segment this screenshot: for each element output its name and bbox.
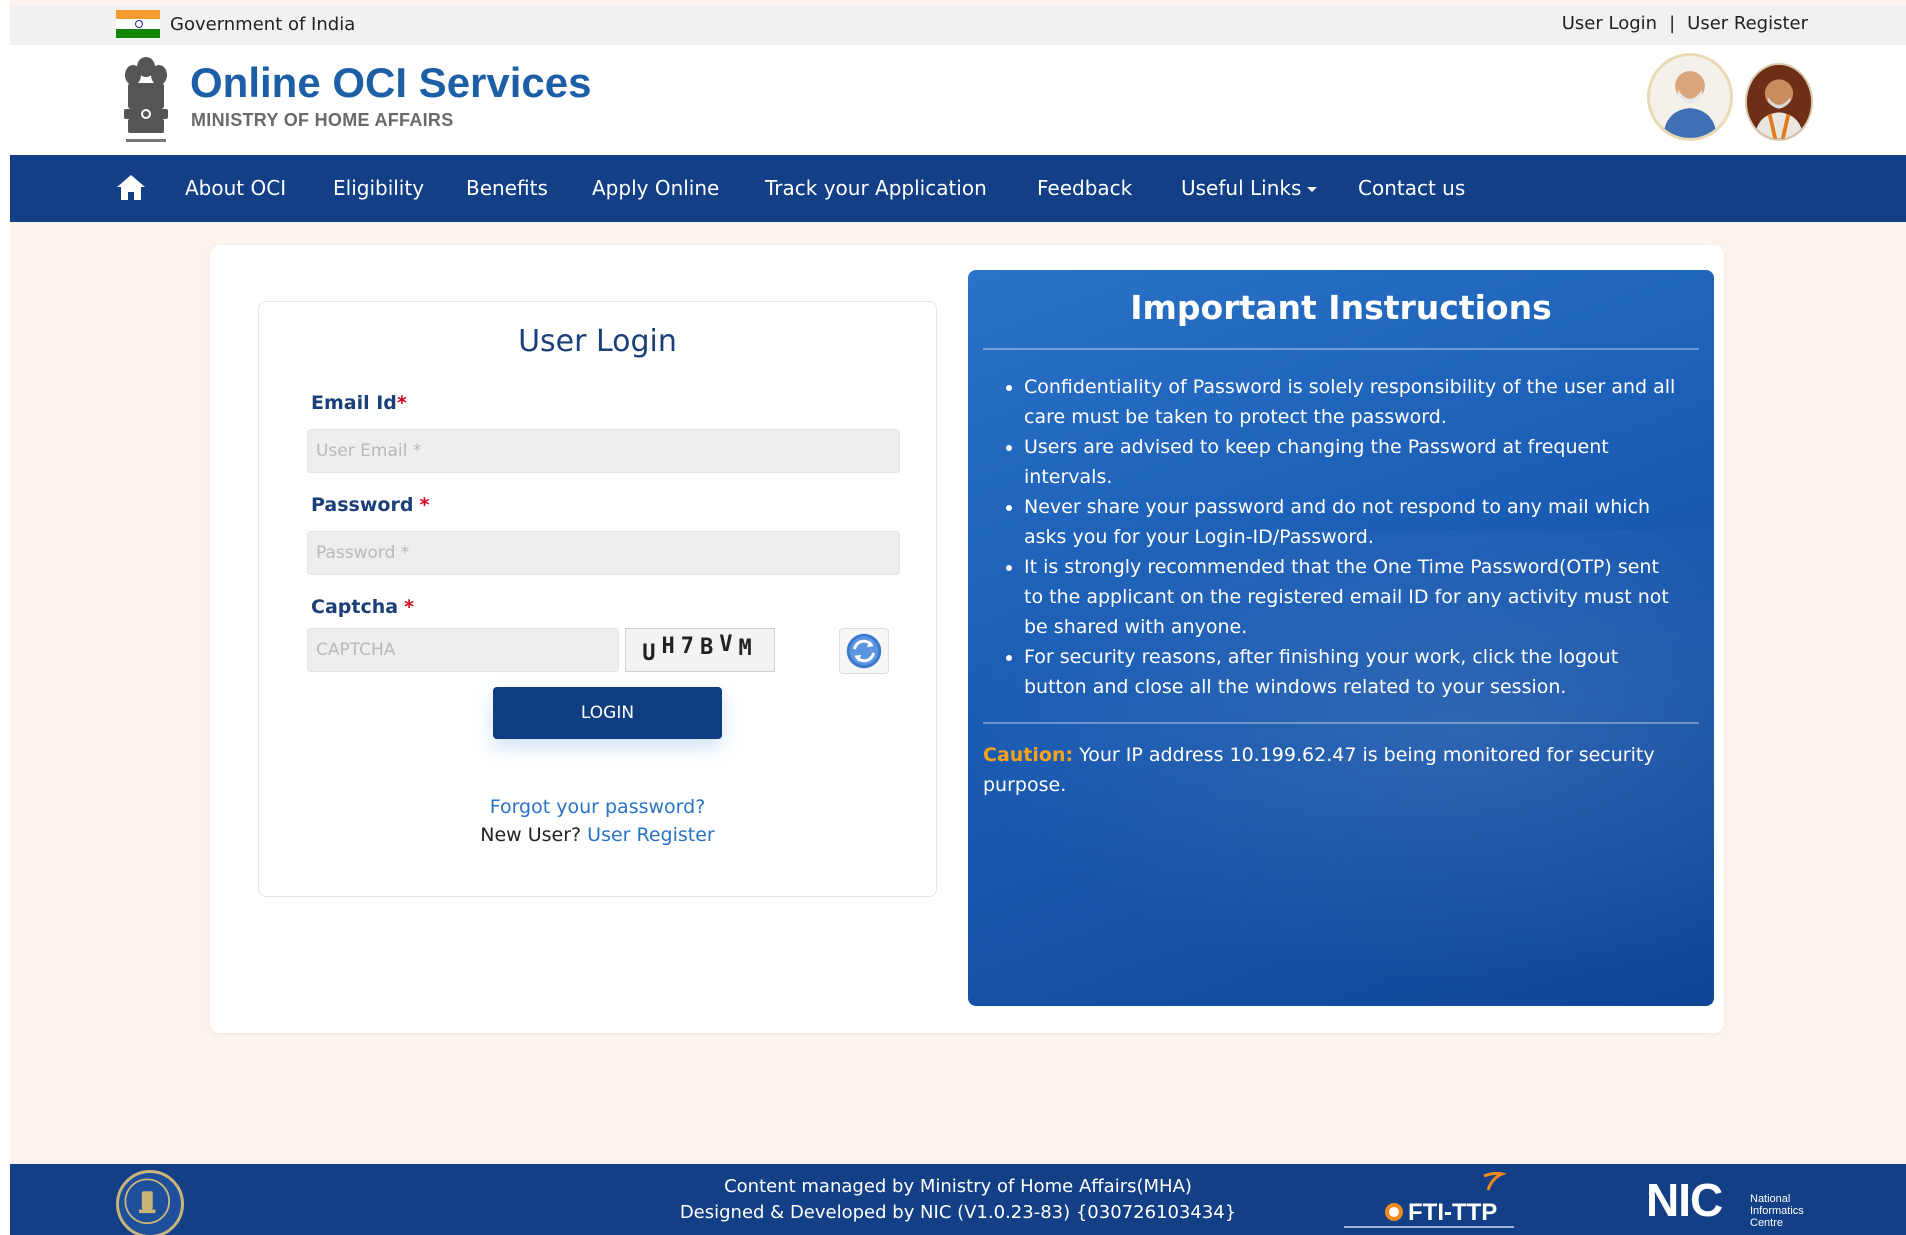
captcha-char: M <box>738 636 758 661</box>
nic-logo-text: NIC <box>1646 1174 1722 1226</box>
india-flag-icon <box>116 10 160 38</box>
government-label: Government of India <box>170 14 356 35</box>
site-header: Online OCI Services MINISTRY OF HOME AFF… <box>10 45 1906 155</box>
user-register-link[interactable]: User Register <box>1687 13 1808 34</box>
password-label: Password * <box>311 494 429 516</box>
instructions-panel: Important Instructions Confidentiality o… <box>968 270 1714 1006</box>
email-label-text: Email Id <box>311 392 397 414</box>
captcha-char: H <box>661 634 681 659</box>
page: Government of India User Login | User Regi… <box>10 0 1906 1235</box>
captcha-label: Captcha * <box>311 596 414 618</box>
caution-notice: Caution: Your IP address 10.199.62.47 is… <box>983 740 1699 800</box>
nav-apply-online[interactable]: Apply Online <box>592 176 719 200</box>
caution-text: Your IP address 10.199.62.47 is being mo… <box>983 744 1655 796</box>
refresh-icon <box>846 633 882 669</box>
ftt-logo-text: FTI-TTP <box>1408 1199 1497 1226</box>
required-mark: * <box>404 596 414 618</box>
captcha-char: 7 <box>680 634 700 659</box>
instructions-title: Important Instructions <box>1130 288 1552 327</box>
captcha-char: U <box>642 641 662 666</box>
footer-designed-by: Designed & Developed by NIC (V1.0.23-83)… <box>679 1202 1237 1223</box>
national-emblem-icon <box>124 57 168 142</box>
divider <box>983 722 1699 724</box>
captcha-char: B <box>700 635 720 660</box>
main-card: User Login Email Id* Password* Captcha* … <box>210 245 1724 1033</box>
captcha-image: UH7BVM <box>625 628 775 672</box>
divider <box>983 348 1699 350</box>
required-mark: * <box>419 494 430 516</box>
login-panel: User Login Email Id* Password* Captcha* … <box>258 301 937 897</box>
nav-benefits[interactable]: Benefits <box>466 176 548 200</box>
site-footer: Content managed by Ministry of Home Affa… <box>10 1164 1906 1235</box>
nic-logo: NIC National Informatics Centre <box>1646 1174 1822 1229</box>
nav-useful-links[interactable]: Useful Links <box>1181 176 1318 200</box>
portrait-left <box>1647 53 1733 141</box>
top-links: User Login | User Register <box>1562 13 1808 34</box>
caret-down-icon <box>1307 187 1318 192</box>
captcha-label-text: Captcha <box>311 596 399 618</box>
user-login-link[interactable]: User Login <box>1562 13 1657 34</box>
register-link[interactable]: User Register <box>587 824 715 846</box>
new-user-line: New User? User Register <box>259 824 936 846</box>
footer-content-managed: Content managed by Ministry of Home Affa… <box>724 1176 1192 1197</box>
home-icon[interactable] <box>116 173 146 201</box>
fti-ttp-logo: FTI-TTP <box>1334 1171 1534 1232</box>
instruction-item: It is strongly recommended that the One … <box>1024 552 1684 642</box>
password-field[interactable] <box>307 531 900 575</box>
nav-useful-links-label: Useful Links <box>1181 176 1302 200</box>
top-links-separator: | <box>1669 13 1676 34</box>
instruction-item: Never share your password and do not res… <box>1024 492 1684 552</box>
site-subtitle: MINISTRY OF HOME AFFAIRS <box>191 110 454 130</box>
email-label: Email Id* <box>311 392 407 414</box>
captcha-refresh-button[interactable] <box>839 628 889 674</box>
instruction-item: Users are advised to keep changing the P… <box>1024 432 1684 492</box>
required-mark: * <box>396 392 407 414</box>
new-user-text: New User? <box>480 824 582 846</box>
nav-about-oci[interactable]: About OCI <box>185 176 286 200</box>
nav-eligibility[interactable]: Eligibility <box>333 176 424 200</box>
nic-logo-subtext: National Informatics Centre <box>1750 1193 1804 1226</box>
site-title: Online OCI Services <box>190 59 592 106</box>
nav-track-application[interactable]: Track your Application <box>765 176 987 200</box>
nav-feedback[interactable]: Feedback <box>1037 176 1132 200</box>
password-label-text: Password <box>311 494 414 516</box>
caution-label: Caution: <box>983 744 1074 766</box>
government-strip: Government of India User Login | User Regi… <box>10 6 1906 45</box>
instructions-list: Confidentiality of Password is solely re… <box>1024 372 1684 702</box>
portrait-right <box>1745 63 1813 141</box>
forgot-password-link[interactable]: Forgot your password? <box>259 796 936 818</box>
login-title: User Login <box>518 324 677 359</box>
captcha-field[interactable] <box>307 628 619 672</box>
instruction-item: Confidentiality of Password is solely re… <box>1024 372 1684 432</box>
instruction-item: For security reasons, after finishing yo… <box>1024 642 1684 702</box>
email-field[interactable] <box>307 429 900 473</box>
main-navigation: About OCI Eligibility Benefits Apply Onl… <box>10 155 1906 222</box>
nav-contact-us[interactable]: Contact us <box>1358 176 1465 200</box>
captcha-char: V <box>719 632 739 657</box>
login-button[interactable]: LOGIN <box>493 687 722 739</box>
